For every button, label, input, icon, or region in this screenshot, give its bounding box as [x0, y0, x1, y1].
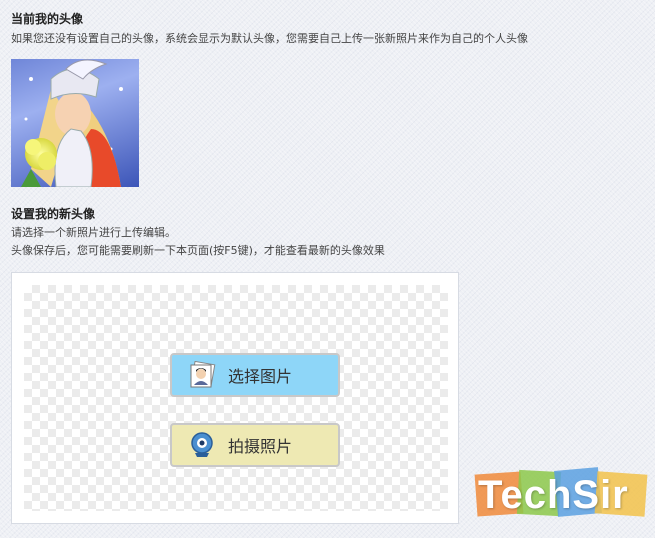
- take-photo-button[interactable]: 拍摄照片: [170, 423, 340, 467]
- new-avatar-heading: 设置我的新头像: [11, 207, 96, 221]
- new-avatar-refresh-note: 头像保存后，您可能需要刷新一下本页面(按F5键)，才能查看最新的头像效果: [11, 244, 385, 257]
- current-avatar-image: [11, 59, 139, 187]
- current-avatar-note: 如果您还没有设置自己的头像，系统会显示为默认头像，您需要自己上传一张新照片来作为…: [11, 32, 528, 45]
- photo-portrait-icon: [190, 361, 216, 388]
- select-image-button[interactable]: 选择图片: [170, 353, 340, 397]
- current-avatar-heading: 当前我的头像: [11, 12, 84, 26]
- watermark-text: TechSir: [478, 473, 629, 517]
- webcam-icon: [191, 432, 213, 457]
- take-photo-label: 拍摄照片: [228, 437, 293, 456]
- techsir-watermark-logo: TechSir: [474, 467, 652, 523]
- new-avatar-instruction: 请选择一个新照片进行上传编辑。: [11, 226, 176, 239]
- upload-panel: 选择图片 拍摄照片: [11, 272, 459, 524]
- avatar-illustration: [21, 59, 123, 187]
- upload-canvas: 选择图片 拍摄照片: [24, 285, 448, 511]
- select-image-label: 选择图片: [228, 367, 293, 386]
